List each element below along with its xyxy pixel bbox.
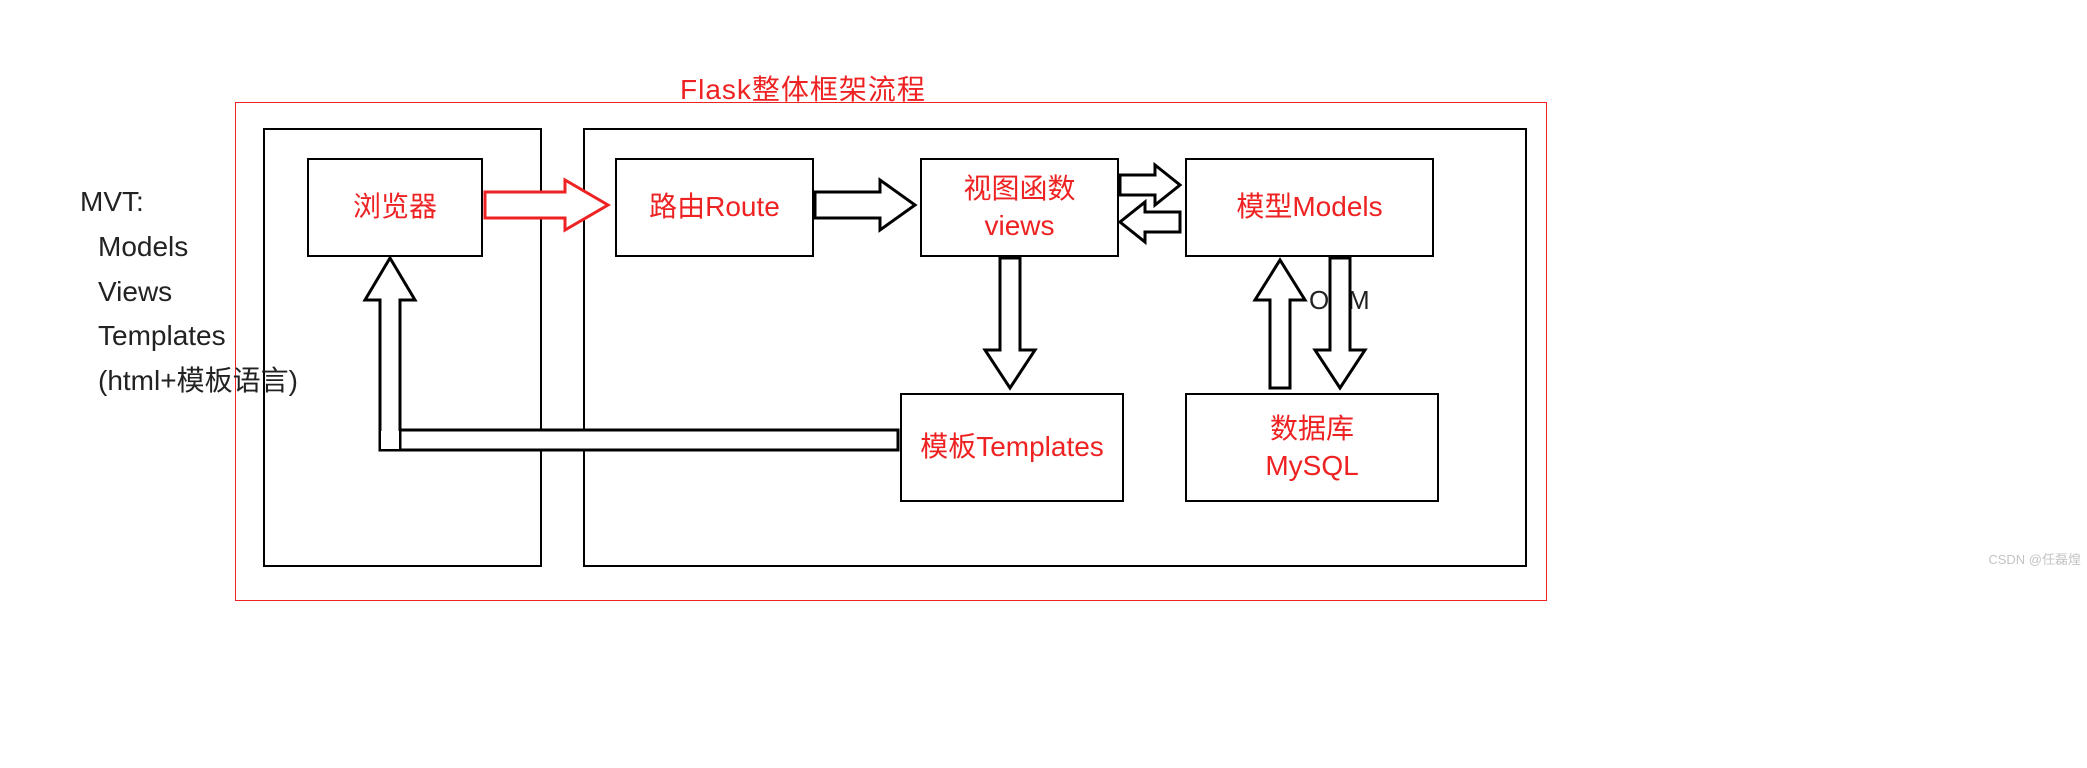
- node-route-label: 路由Route: [649, 189, 780, 225]
- node-models: 模型Models: [1185, 158, 1434, 257]
- node-db-l1: 数据库: [1270, 411, 1354, 447]
- node-views-l2: views: [984, 208, 1054, 244]
- node-templates-label: 模板Templates: [920, 429, 1104, 465]
- node-browser: 浏览器: [307, 158, 483, 257]
- node-browser-label: 浏览器: [353, 189, 437, 225]
- mvt-note: (html+模板语言): [80, 359, 298, 404]
- mvt-templates: Templates: [80, 314, 298, 359]
- node-database: 数据库 MySQL: [1185, 393, 1439, 502]
- mvt-views: Views: [80, 270, 298, 315]
- node-route: 路由Route: [615, 158, 814, 257]
- node-models-label: 模型Models: [1236, 189, 1382, 225]
- mvt-heading: MVT:: [80, 180, 298, 225]
- mvt-models: Models: [80, 225, 298, 270]
- node-views-l1: 视图函数: [963, 171, 1075, 207]
- diagram-canvas: Flask整体框架流程 浏览器 路由Route 视图函数 views 模型Mod…: [0, 0, 2087, 768]
- node-templates: 模板Templates: [900, 393, 1124, 502]
- watermark: CSDN @任磊煌: [1988, 549, 2081, 568]
- node-views: 视图函数 views: [920, 158, 1119, 257]
- mvt-legend: MVT: Models Views Templates (html+模板语言): [80, 180, 298, 404]
- node-db-l2: MySQL: [1265, 448, 1358, 484]
- orm-label: ORM: [1309, 285, 1370, 316]
